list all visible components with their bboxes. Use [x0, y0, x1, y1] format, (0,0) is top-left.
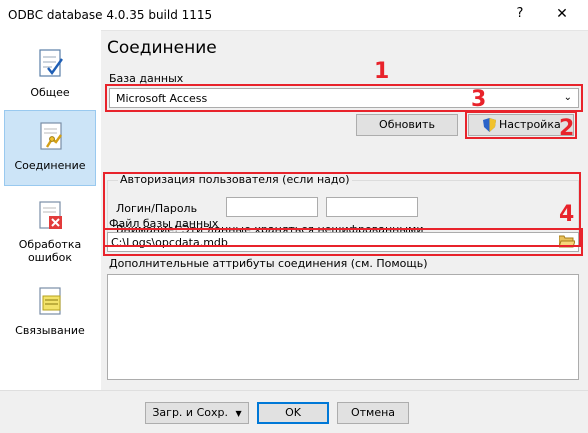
- load-save-button[interactable]: Загр. и Сохр. ▼: [145, 402, 249, 424]
- refresh-button[interactable]: Обновить: [356, 114, 458, 136]
- page-title: Соединение: [107, 38, 217, 58]
- annotation-number-3: 3: [471, 87, 487, 112]
- attributes-label: Дополнительные аттрибуты соединения (см.…: [109, 257, 428, 270]
- sidebar-item-error-handling[interactable]: Обработка ошибок: [4, 190, 96, 266]
- sidebar-item-connection[interactable]: Соединение: [4, 110, 96, 186]
- help-button[interactable]: ?: [510, 4, 530, 24]
- sidebar: Общее Соединение Обработка ошибок Связыв…: [0, 30, 101, 390]
- connection-icon: [40, 122, 62, 150]
- cancel-label: Отмена: [350, 406, 396, 419]
- attributes-textarea[interactable]: [107, 274, 579, 380]
- chevron-down-icon: ▼: [235, 409, 242, 418]
- annotation-box-4: [103, 228, 583, 256]
- sidebar-item-label: Связывание: [15, 324, 85, 337]
- ok-button[interactable]: OK: [257, 402, 329, 424]
- title-bar: ODBC database 4.0.35 build 1115 ? ✕: [0, 0, 588, 31]
- ok-label: OK: [285, 406, 301, 419]
- annotation-number-4: 4: [559, 202, 575, 227]
- error-handling-icon: [39, 201, 62, 229]
- sidebar-item-label: Обработка ошибок: [18, 238, 82, 264]
- load-save-label: Загр. и Сохр.: [152, 406, 228, 419]
- binding-icon: [39, 287, 61, 315]
- sidebar-item-label: Общее: [30, 86, 70, 99]
- annotation-box-1: [105, 84, 583, 112]
- checklist-icon: [39, 49, 63, 77]
- sidebar-item-label: Соединение: [14, 159, 86, 172]
- dialog-footer: Загр. и Сохр. ▼ OK Отмена: [0, 390, 588, 433]
- window-title: ODBC database 4.0.35 build 1115: [8, 8, 213, 22]
- sidebar-item-binding[interactable]: Связывание: [4, 276, 96, 352]
- annotation-number-2: 2: [559, 116, 575, 141]
- refresh-button-label: Обновить: [379, 118, 435, 131]
- cancel-button[interactable]: Отмена: [337, 402, 409, 424]
- connection-panel: Соединение База данных Microsoft Access …: [101, 30, 588, 390]
- close-button[interactable]: ✕: [548, 4, 576, 24]
- sidebar-item-general[interactable]: Общее: [4, 38, 96, 114]
- annotation-number-1: 1: [374, 59, 390, 84]
